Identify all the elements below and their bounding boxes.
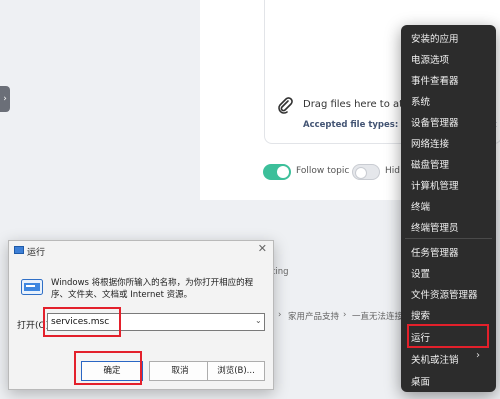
menu-item-shutdown[interactable]: 关机或注销	[411, 352, 459, 366]
follow-topic-label: Follow topic	[296, 166, 350, 176]
menu-item-installed-apps[interactable]: 安装的应用	[411, 31, 459, 45]
breadcrumb-item-support[interactable]: 家用产品支持	[288, 310, 339, 322]
hide-label: Hid	[385, 166, 400, 176]
menu-item-file-explorer[interactable]: 文件资源管理器	[411, 287, 478, 301]
menu-item-task-manager[interactable]: 任务管理器	[411, 245, 459, 259]
menu-item-system[interactable]: 系统	[411, 94, 430, 108]
accepted-file-types: Accepted file types: gi	[303, 120, 409, 130]
breadcrumb-sep-1: ›	[278, 310, 282, 320]
menu-item-network-connections[interactable]: 网络连接	[411, 136, 449, 150]
menu-item-desktop[interactable]: 桌面	[411, 374, 430, 388]
close-icon[interactable]: ✕	[258, 242, 267, 255]
chevron-right-icon: ›	[476, 350, 480, 361]
menu-item-device-manager[interactable]: 设备管理器	[411, 115, 459, 129]
cancel-button[interactable]: 取消	[149, 361, 211, 381]
run-window-icon	[14, 246, 24, 254]
dialog-description: Windows 将根据你所输入的名称，为你打开相应的程序、文件夹、文档或 Int…	[51, 278, 254, 300]
menu-item-terminal-admin[interactable]: 终端管理员	[411, 220, 459, 234]
hide-toggle[interactable]	[352, 164, 380, 180]
menu-item-search[interactable]: 搜索	[411, 308, 430, 322]
breadcrumb-item-current[interactable]: 一直无法连接	[352, 310, 403, 322]
side-expand-tab[interactable]: ›	[0, 86, 10, 112]
accepted-label: Accepted file types:	[303, 120, 399, 130]
paperclip-icon	[278, 97, 293, 114]
breadcrumb-sep-2: ›	[343, 310, 347, 320]
run-dialog: 运行 ✕ Windows 将根据你所输入的名称，为你打开相应的程序、文件夹、文档…	[8, 240, 274, 390]
open-input[interactable]: services.msc	[47, 313, 265, 331]
browse-button[interactable]: 浏览(B)...	[207, 361, 265, 381]
menu-item-run[interactable]: 运行	[411, 330, 430, 344]
chevron-down-icon[interactable]: ⌄	[255, 316, 262, 325]
ok-button[interactable]: 确定	[81, 361, 143, 381]
partial-text: ting	[272, 267, 289, 277]
menu-item-terminal[interactable]: 终端	[411, 199, 430, 213]
menu-item-power-options[interactable]: 电源选项	[411, 52, 449, 66]
menu-item-settings[interactable]: 设置	[411, 266, 430, 280]
menu-item-computer-management[interactable]: 计算机管理	[411, 178, 459, 192]
menu-item-disk-management[interactable]: 磁盘管理	[411, 157, 449, 171]
run-app-icon	[21, 279, 43, 295]
menu-separator	[405, 238, 492, 239]
menu-item-event-viewer[interactable]: 事件查看器	[411, 73, 459, 87]
dialog-title: 运行	[27, 248, 46, 258]
follow-topic-toggle[interactable]	[263, 164, 291, 180]
